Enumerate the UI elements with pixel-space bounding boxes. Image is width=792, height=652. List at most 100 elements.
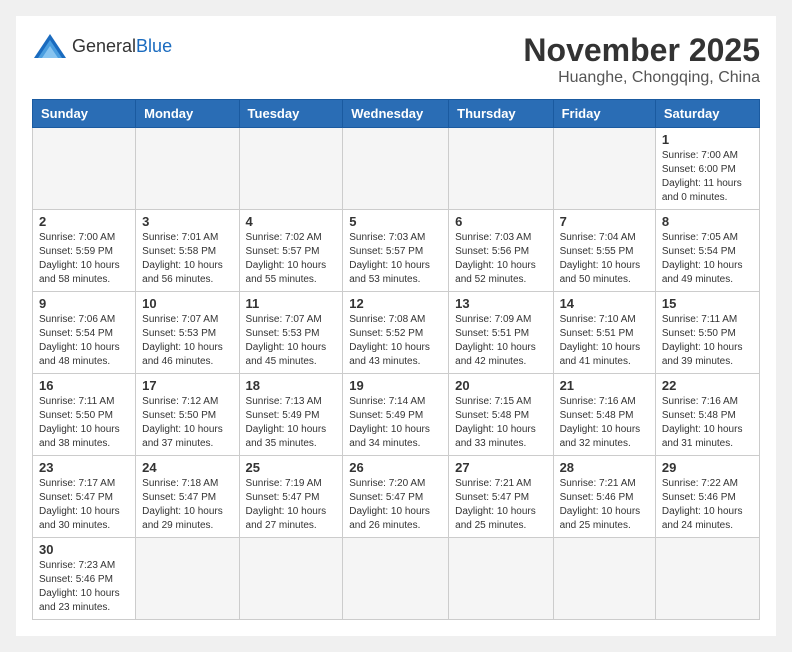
day-number: 27 xyxy=(455,460,546,475)
calendar-table: Sunday Monday Tuesday Wednesday Thursday… xyxy=(32,99,760,620)
day-number: 12 xyxy=(349,296,442,311)
table-row xyxy=(343,538,449,620)
col-monday: Monday xyxy=(136,100,239,128)
table-row: 29 Sunrise: 7:22 AM Sunset: 5:46 PM Dayli… xyxy=(655,456,759,538)
day-number: 15 xyxy=(662,296,753,311)
table-row: 9Sunrise: 7:06 AM Sunset: 5:54 PM Daylig… xyxy=(33,292,136,374)
table-row xyxy=(136,538,239,620)
day-number: 26 xyxy=(349,460,442,475)
page-header: GeneralBlue November 2025 Huanghe, Chong… xyxy=(32,32,760,87)
day-number: 30 xyxy=(39,542,129,557)
day-number: 11 xyxy=(246,296,337,311)
day-info: Sunrise: 7:00 AM Sunset: 6:00 PM Dayligh… xyxy=(662,149,753,205)
day-info: Sunrise: 7:00 AM Sunset: 5:59 PM Dayligh… xyxy=(39,231,129,287)
table-row: 20 Sunrise: 7:15 AM Sunset: 5:48 PM Dayli… xyxy=(449,374,553,456)
day-number: 1 xyxy=(662,132,753,147)
day-info: Sunrise: 7:02 AM Sunset: 5:57 PM Dayligh… xyxy=(246,231,337,287)
col-wednesday: Wednesday xyxy=(343,100,449,128)
day-number: 21 xyxy=(560,378,649,393)
table-row: 17 Sunrise: 7:12 AM Sunset: 5:50 PM Dayli… xyxy=(136,374,239,456)
day-info: Sunrise: 7:15 AM Sunset: 5:48 PM Dayligh… xyxy=(455,395,546,451)
day-info: Sunrise: 7:13 AM Sunset: 5:49 PM Dayligh… xyxy=(246,395,337,451)
logo-icon xyxy=(32,32,68,60)
day-number: 3 xyxy=(142,214,232,229)
page-container: GeneralBlue November 2025 Huanghe, Chong… xyxy=(16,16,776,636)
day-info: Sunrise: 7:07 AM Sunset: 5:53 PM Dayligh… xyxy=(246,313,337,369)
day-info: Sunrise: 7:17 AM Sunset: 5:47 PM Dayligh… xyxy=(39,477,129,533)
table-row: 23 Sunrise: 7:17 AM Sunset: 5:47 PM Dayli… xyxy=(33,456,136,538)
day-info: Sunrise: 7:03 AM Sunset: 5:56 PM Dayligh… xyxy=(455,231,546,287)
table-row: 12 Sunrise: 7:08 AM Sunset: 5:52 PM Dayli… xyxy=(343,292,449,374)
day-info: Sunrise: 7:10 AM Sunset: 5:51 PM Dayligh… xyxy=(560,313,649,369)
day-info: Sunrise: 7:09 AM Sunset: 5:51 PM Dayligh… xyxy=(455,313,546,369)
table-row xyxy=(343,128,449,210)
day-number: 14 xyxy=(560,296,649,311)
day-number: 17 xyxy=(142,378,232,393)
table-row: 27Sunrise: 7:21 AM Sunset: 5:47 PM Dayli… xyxy=(449,456,553,538)
day-number: 5 xyxy=(349,214,442,229)
day-number: 9 xyxy=(39,296,129,311)
table-row: 28Sunrise: 7:21 AM Sunset: 5:46 PM Dayli… xyxy=(553,456,655,538)
day-info: Sunrise: 7:07 AM Sunset: 5:53 PM Dayligh… xyxy=(142,313,232,369)
table-row: 26 Sunrise: 7:20 AM Sunset: 5:47 PM Dayli… xyxy=(343,456,449,538)
day-number: 23 xyxy=(39,460,129,475)
day-info: Sunrise: 7:08 AM Sunset: 5:52 PM Dayligh… xyxy=(349,313,442,369)
logo: GeneralBlue xyxy=(32,32,172,60)
day-number: 22 xyxy=(662,378,753,393)
day-info: Sunrise: 7:16 AM Sunset: 5:48 PM Dayligh… xyxy=(560,395,649,451)
table-row: 13 Sunrise: 7:09 AM Sunset: 5:51 PM Dayli… xyxy=(449,292,553,374)
day-info: Sunrise: 7:22 AM Sunset: 5:46 PM Dayligh… xyxy=(662,477,753,533)
table-row xyxy=(239,538,343,620)
table-row xyxy=(655,538,759,620)
calendar-week-row: 16 Sunrise: 7:11 AM Sunset: 5:50 PM Dayli… xyxy=(33,374,760,456)
table-row xyxy=(449,128,553,210)
day-info: Sunrise: 7:18 AM Sunset: 5:47 PM Dayligh… xyxy=(142,477,232,533)
day-number: 13 xyxy=(455,296,546,311)
table-row: 14 Sunrise: 7:10 AM Sunset: 5:51 PM Dayli… xyxy=(553,292,655,374)
col-friday: Friday xyxy=(553,100,655,128)
calendar-week-row: 30Sunrise: 7:23 AM Sunset: 5:46 PM Dayli… xyxy=(33,538,760,620)
day-info: Sunrise: 7:14 AM Sunset: 5:49 PM Dayligh… xyxy=(349,395,442,451)
table-row: 24 Sunrise: 7:18 AM Sunset: 5:47 PM Dayli… xyxy=(136,456,239,538)
table-row: 22 Sunrise: 7:16 AM Sunset: 5:48 PM Dayli… xyxy=(655,374,759,456)
day-number: 16 xyxy=(39,378,129,393)
calendar-week-row: 9Sunrise: 7:06 AM Sunset: 5:54 PM Daylig… xyxy=(33,292,760,374)
table-row: 1 Sunrise: 7:00 AM Sunset: 6:00 PM Daylig… xyxy=(655,128,759,210)
day-info: Sunrise: 7:11 AM Sunset: 5:50 PM Dayligh… xyxy=(39,395,129,451)
day-info: Sunrise: 7:05 AM Sunset: 5:54 PM Dayligh… xyxy=(662,231,753,287)
day-info: Sunrise: 7:21 AM Sunset: 5:46 PM Dayligh… xyxy=(560,477,649,533)
table-row: 25Sunrise: 7:19 AM Sunset: 5:47 PM Dayli… xyxy=(239,456,343,538)
table-row xyxy=(553,538,655,620)
day-number: 18 xyxy=(246,378,337,393)
day-number: 29 xyxy=(662,460,753,475)
table-row: 21 Sunrise: 7:16 AM Sunset: 5:48 PM Dayli… xyxy=(553,374,655,456)
day-number: 19 xyxy=(349,378,442,393)
location: Huanghe, Chongqing, China xyxy=(523,69,760,87)
day-info: Sunrise: 7:16 AM Sunset: 5:48 PM Dayligh… xyxy=(662,395,753,451)
table-row xyxy=(239,128,343,210)
day-info: Sunrise: 7:20 AM Sunset: 5:47 PM Dayligh… xyxy=(349,477,442,533)
calendar-week-row: 1 Sunrise: 7:00 AM Sunset: 6:00 PM Daylig… xyxy=(33,128,760,210)
table-row xyxy=(449,538,553,620)
day-number: 24 xyxy=(142,460,232,475)
table-row xyxy=(136,128,239,210)
day-number: 6 xyxy=(455,214,546,229)
table-row: 15 Sunrise: 7:11 AM Sunset: 5:50 PM Dayli… xyxy=(655,292,759,374)
table-row: 10 Sunrise: 7:07 AM Sunset: 5:53 PM Dayli… xyxy=(136,292,239,374)
table-row: 6 Sunrise: 7:03 AM Sunset: 5:56 PM Daylig… xyxy=(449,210,553,292)
day-info: Sunrise: 7:12 AM Sunset: 5:50 PM Dayligh… xyxy=(142,395,232,451)
month-title: November 2025 xyxy=(523,32,760,69)
table-row: 5Sunrise: 7:03 AM Sunset: 5:57 PM Daylig… xyxy=(343,210,449,292)
col-tuesday: Tuesday xyxy=(239,100,343,128)
title-block: November 2025 Huanghe, Chongqing, China xyxy=(523,32,760,87)
day-number: 2 xyxy=(39,214,129,229)
table-row xyxy=(553,128,655,210)
table-row xyxy=(33,128,136,210)
day-number: 20 xyxy=(455,378,546,393)
day-number: 10 xyxy=(142,296,232,311)
table-row: 3 Sunrise: 7:01 AM Sunset: 5:58 PM Daylig… xyxy=(136,210,239,292)
day-number: 7 xyxy=(560,214,649,229)
day-info: Sunrise: 7:01 AM Sunset: 5:58 PM Dayligh… xyxy=(142,231,232,287)
calendar-week-row: 2 Sunrise: 7:00 AM Sunset: 5:59 PM Daylig… xyxy=(33,210,760,292)
day-info: Sunrise: 7:11 AM Sunset: 5:50 PM Dayligh… xyxy=(662,313,753,369)
